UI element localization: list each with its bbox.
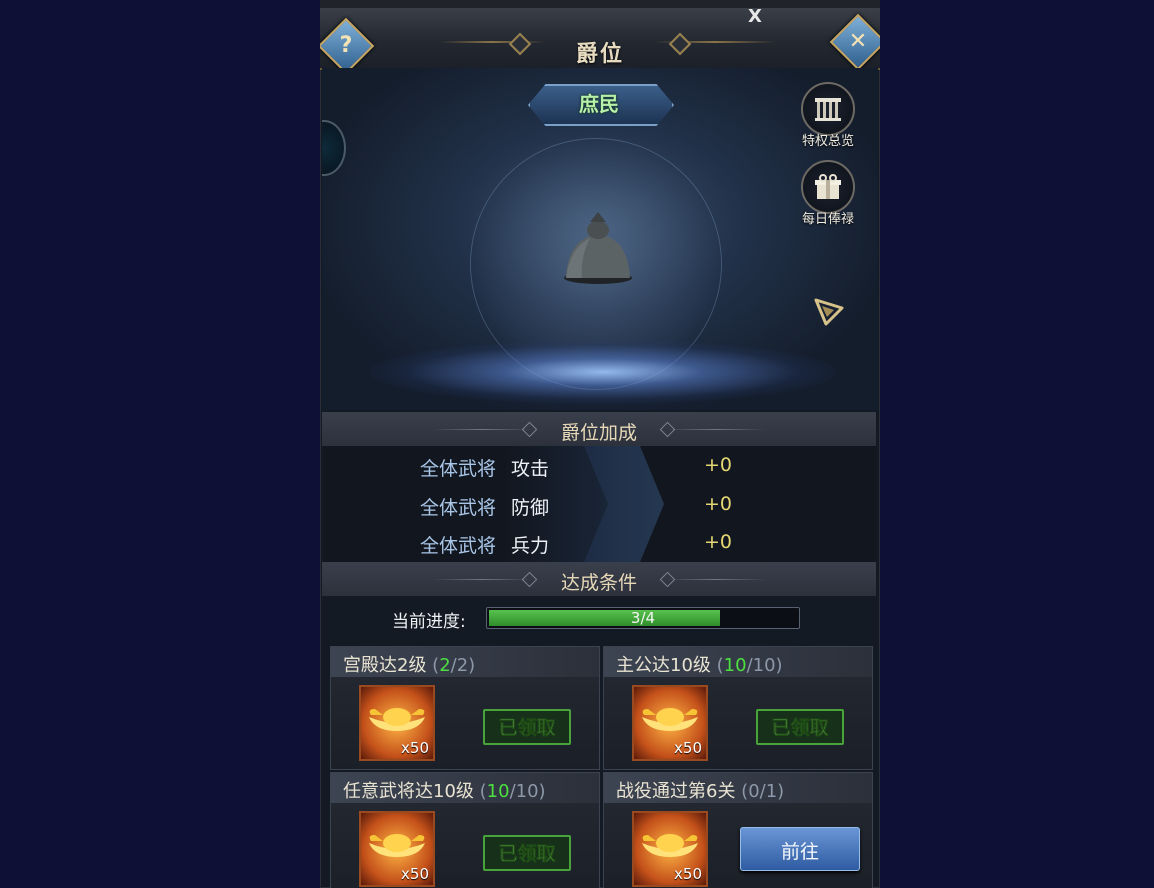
rank-name: 庶民 [579,92,619,116]
task-title: 主公达10级 (10/10) [616,655,783,676]
reward-qty: x50 [401,739,429,757]
task-card: 任意武将达10级 (10/10) x50 已领取 [330,772,600,888]
top-strip [320,0,880,8]
bonus-panel: 全体武将 攻击 +0 全体武将 防御 +0 全体武将 兵力 +0 [324,446,876,562]
task-title: 战役通过第6关 (0/1) [616,781,785,802]
progress-bar: 3/4 [486,607,800,629]
header-bar: 爵位 [320,8,880,70]
reward-qty: x50 [674,865,702,883]
commoner-hat-icon [564,212,632,284]
bonus-section-header: 爵位加成 [322,412,876,446]
gold-ingot-icon [642,834,698,857]
progress-label: 当前进度: [392,612,466,632]
gold-ingot-icon [642,708,698,731]
bonus-section-title: 爵位加成 [560,422,637,444]
task-card: 主公达10级 (10/10) x50 已领取 [603,646,873,770]
help-icon: ? [339,33,353,58]
reward-qty: x50 [674,739,702,757]
privilege-overview-label: 特权总览 [801,134,854,149]
next-rank-arrow-icon[interactable] [812,294,846,328]
daily-salary-button[interactable]: 每日俸禄 [796,160,860,227]
privilege-overview-button[interactable]: 特权总览 [796,82,860,149]
claimed-status: 已领取 [756,709,844,745]
conditions-section-header: 达成条件 [322,562,876,596]
gold-ingot-icon [369,708,425,731]
claimed-status: 已领取 [483,709,571,745]
task-card: 战役通过第6关 (0/1) x50 前往 [603,772,873,888]
scroll-rack-icon [815,98,841,121]
rank-display-area: 庶民 特权总览 每日俸禄 [322,68,878,410]
task-title: 任意武将达10级 (10/10) [343,781,546,802]
gold-ingot-reward[interactable]: x50 [632,685,708,761]
bonus-row: 全体武将 兵力 +0 [420,531,733,557]
close-icon: ✕ [848,29,868,54]
daily-salary-label: 每日俸禄 [801,212,854,227]
gold-ingot-icon [369,834,425,857]
gold-ingot-reward[interactable]: x50 [359,811,435,887]
reward-qty: x50 [401,865,429,883]
conditions-section-title: 达成条件 [560,572,637,594]
gold-ingot-reward[interactable]: x50 [632,811,708,887]
tiny-close-icon[interactable]: X [748,6,762,27]
side-bubble-icon[interactable] [322,120,346,176]
go-button[interactable]: 前往 [740,827,860,871]
gift-box-icon [815,174,841,199]
bonus-row: 全体武将 攻击 +0 [420,454,733,480]
glow-platform [370,340,836,404]
page-title: 爵位 [575,42,624,67]
game-window: 爵位 X ? ✕ 庶民 特权总览 每日俸禄 爵位加成 全体武将 攻击 +0 全体… [320,0,880,888]
bonus-row: 全体武将 防御 +0 [420,493,733,519]
task-title: 宫殿达2级 (2/2) [343,655,476,676]
progress-text: 3/4 [630,609,656,627]
task-card: 宫殿达2级 (2/2) x50 已领取 [330,646,600,770]
claimed-status: 已领取 [483,835,571,871]
gold-ingot-reward[interactable]: x50 [359,685,435,761]
